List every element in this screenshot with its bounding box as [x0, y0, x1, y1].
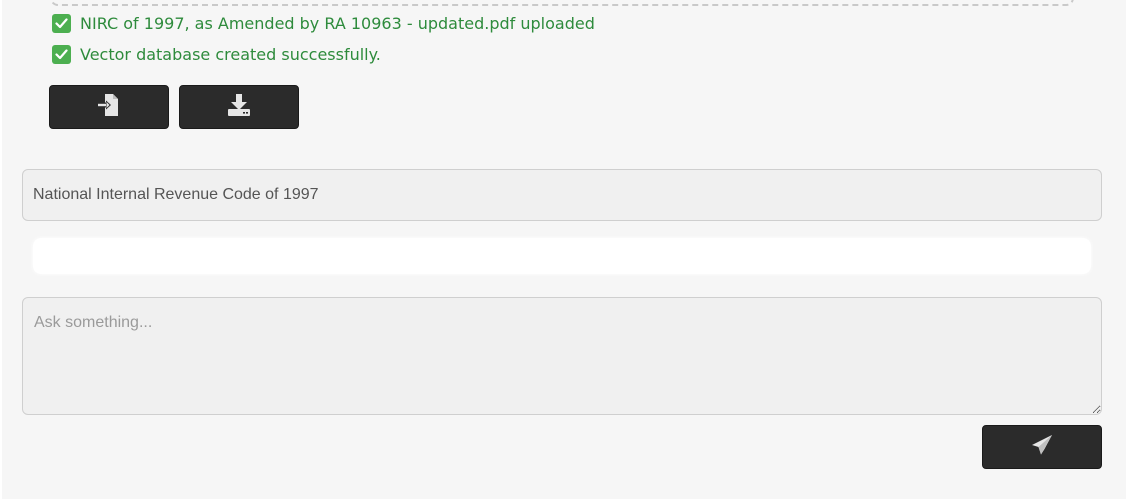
upload-success-status: NIRC of 1997, as Amended by RA 10963 - u…	[52, 12, 595, 34]
download-icon	[226, 93, 252, 121]
question-input[interactable]	[22, 297, 1102, 415]
vector-db-status-text: Vector database created successfully.	[80, 44, 381, 64]
app-page: NIRC of 1997, as Amended by RA 10963 - u…	[2, 0, 1126, 499]
import-file-button[interactable]	[49, 85, 169, 129]
vector-db-status: Vector database created successfully.	[52, 43, 381, 65]
send-button[interactable]	[982, 425, 1102, 469]
check-icon	[52, 44, 71, 64]
document-title-field[interactable]: National Internal Revenue Code of 1997	[22, 169, 1102, 221]
file-import-icon	[96, 93, 122, 121]
answer-output	[33, 238, 1091, 274]
check-icon	[52, 13, 71, 33]
download-button[interactable]	[179, 85, 299, 129]
paper-plane-icon	[1030, 434, 1054, 460]
upload-status-text: NIRC of 1997, as Amended by RA 10963 - u…	[80, 13, 595, 33]
file-dropzone[interactable]	[50, 0, 1074, 6]
